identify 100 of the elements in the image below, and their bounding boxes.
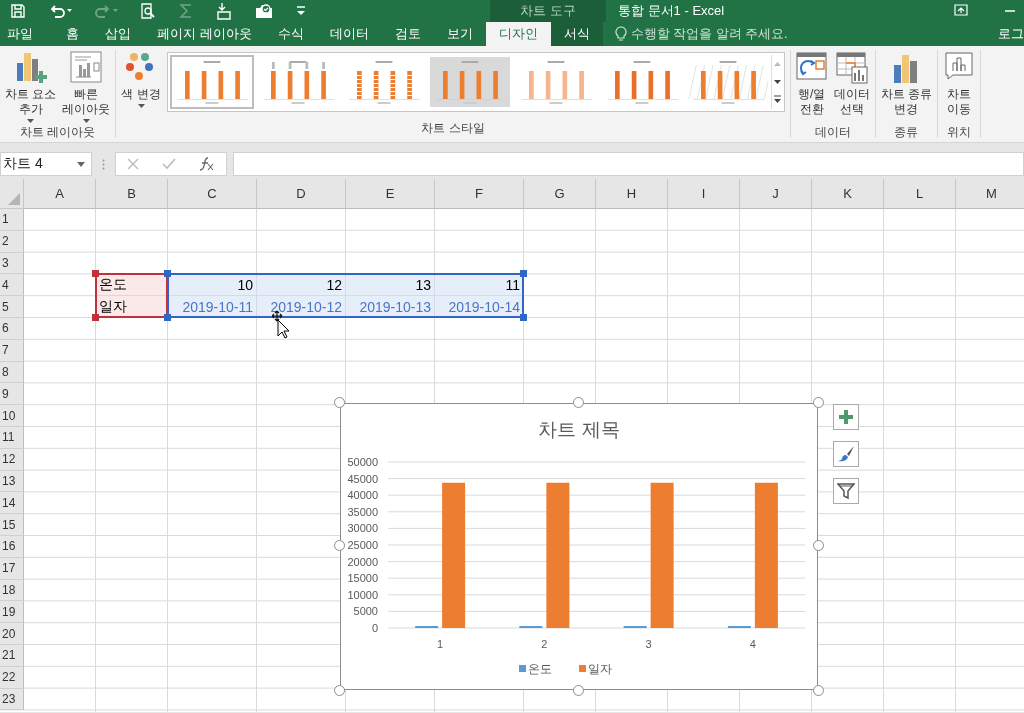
row-header[interactable]: 11 [0, 426, 24, 449]
chart-styles-button[interactable] [833, 441, 859, 467]
column-header[interactable]: G [524, 179, 596, 209]
table-cell: 13 [346, 274, 435, 297]
column-header[interactable]: K [812, 179, 884, 209]
ribbon-button[interactable]: 빠른 레이아웃 [59, 50, 114, 124]
select-all-button[interactable] [0, 179, 24, 209]
resize-handle[interactable] [334, 540, 345, 551]
print-preview-icon[interactable] [140, 3, 156, 19]
chart-elements-button[interactable] [833, 404, 859, 430]
resize-handle[interactable] [813, 685, 824, 696]
column-header[interactable]: D [257, 179, 346, 209]
ribbon-tab[interactable]: 홈 [53, 22, 92, 46]
tell-me-field[interactable]: 수행할 작업을 알려 주세요. [614, 22, 805, 46]
ribbon-display-icon[interactable] [954, 4, 968, 16]
axis-label: 1 [437, 638, 444, 650]
ribbon-tab[interactable]: 검토 [381, 22, 434, 46]
range-handle[interactable] [520, 314, 527, 321]
row-header[interactable]: 2 [0, 230, 24, 253]
grip-icon [102, 158, 105, 170]
resize-handle[interactable] [573, 685, 584, 696]
group-label: 위치 [947, 124, 972, 141]
axis-label: 45000 [347, 472, 378, 485]
ribbon-button[interactable]: 색 변경 [118, 50, 164, 109]
column-header[interactable]: C [168, 179, 257, 209]
row-header[interactable]: 8 [0, 361, 24, 384]
chart-style-thumbnail[interactable] [427, 55, 512, 109]
ribbon-button[interactable]: 행/열 전환 [792, 50, 831, 124]
function-icon[interactable] [198, 157, 215, 171]
row-header[interactable]: 23 [0, 688, 24, 711]
ribbon-tab[interactable]: 파일 [0, 22, 53, 46]
legend-label: 일자 [588, 662, 612, 676]
resize-handle[interactable] [573, 397, 584, 408]
cancel-icon[interactable] [127, 158, 140, 170]
ribbon-button[interactable]: 차트 이동 [940, 50, 979, 124]
axis-label: 5000 [353, 605, 378, 618]
range-handle[interactable] [92, 270, 99, 278]
row-header[interactable]: 5 [0, 296, 24, 318]
undo-icon[interactable] [48, 3, 72, 19]
column-header[interactable]: M [956, 179, 1024, 209]
ribbon-tab[interactable]: 삽입 [92, 22, 144, 46]
row-header[interactable]: 9 [0, 383, 24, 406]
column-header[interactable]: F [435, 179, 524, 209]
row-header[interactable]: 13 [0, 470, 24, 493]
chart-style-thumbnail[interactable] [169, 55, 254, 109]
chart-area[interactable]: 차트 제목 0 5000 10000 15000 20000 25000 30000 35000 40000 45000 50000 1 2 3 4 온도 일자 [340, 403, 818, 690]
row-header[interactable]: 4 [0, 274, 24, 297]
axis-label: 35000 [347, 505, 378, 518]
row-header[interactable]: 6 [0, 318, 24, 340]
camera-icon[interactable] [254, 2, 274, 20]
row-header[interactable]: 14 [0, 492, 24, 515]
group-label: 데이터 [814, 124, 851, 141]
row-header[interactable]: 12 [0, 448, 24, 471]
range-handle[interactable] [520, 270, 527, 278]
row-header[interactable]: 15 [0, 514, 24, 536]
touch-mode-icon[interactable] [216, 2, 232, 20]
filter-icon [837, 482, 855, 500]
row-header[interactable]: 3 [0, 252, 24, 275]
row-header[interactable]: 21 [0, 644, 24, 667]
range-handle[interactable] [164, 270, 171, 278]
chart-filters-button[interactable] [833, 478, 859, 504]
ribbon-button[interactable]: 차트 종류 변경 [877, 50, 936, 124]
row-header[interactable]: 18 [0, 579, 24, 602]
column-header[interactable]: L [884, 179, 956, 209]
column-header[interactable]: A [24, 179, 96, 209]
ribbon-button[interactable]: 차트 요소 추가 [2, 50, 60, 124]
ribbon-tab[interactable]: 서식 [550, 22, 603, 46]
ribbon-tab[interactable]: 데이터 [316, 22, 382, 46]
triangle-icon [8, 193, 20, 205]
ribbon-tab[interactable]: 보기 [433, 22, 486, 46]
chart-plus-icon [14, 51, 47, 85]
row-header[interactable]: 7 [0, 339, 24, 362]
row-header[interactable]: 17 [0, 557, 24, 580]
name-box[interactable]: 차트 4 [0, 152, 92, 176]
row-header[interactable]: 20 [0, 623, 24, 645]
formula-field[interactable] [233, 152, 1024, 176]
resize-handle[interactable] [813, 397, 824, 408]
ribbon-tab[interactable]: 페이지 레이아웃 [144, 22, 265, 46]
row-header[interactable]: 19 [0, 601, 24, 624]
range-handle[interactable] [92, 314, 99, 321]
row-header[interactable]: 16 [0, 535, 24, 558]
column-header[interactable]: J [740, 179, 812, 209]
column-header[interactable]: H [596, 179, 668, 209]
ribbon-button[interactable]: 데이터 선택 [830, 50, 873, 124]
row-header[interactable]: 10 [0, 405, 24, 427]
row-header[interactable]: 22 [0, 666, 24, 689]
ribbon-tab[interactable]: 수식 [264, 22, 317, 46]
resize-handle[interactable] [813, 540, 824, 551]
resize-handle[interactable] [334, 397, 345, 408]
ribbon-tab[interactable]: 디자인 [485, 22, 551, 46]
column-header[interactable]: I [668, 179, 740, 209]
check-icon[interactable] [162, 158, 176, 170]
row-header[interactable]: 1 [0, 209, 24, 231]
range-handle[interactable] [164, 314, 171, 321]
sign-in-link[interactable]: 로그 [998, 25, 1024, 43]
column-header[interactable]: B [96, 179, 168, 209]
save-icon[interactable] [10, 3, 26, 19]
customize-icon[interactable] [296, 5, 306, 17]
column-header[interactable]: E [346, 179, 435, 209]
resize-handle[interactable] [334, 685, 345, 696]
